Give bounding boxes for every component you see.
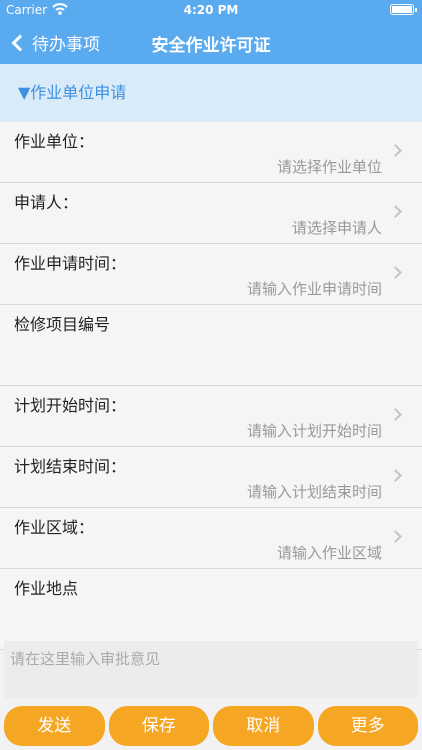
chevron-right-icon	[389, 408, 402, 421]
battery-icon	[390, 4, 417, 15]
action-bar: 发送 保存 取消 更多	[4, 706, 418, 746]
row-label: 计划结束时间：	[14, 457, 127, 476]
page-title: 安全作业许可证	[151, 36, 271, 56]
section-header-applicant-unit[interactable]: ▼作业单位申请	[0, 64, 422, 122]
row-label: 作业区域：	[14, 518, 95, 537]
row-placeholder: 请输入计划开始时间	[246, 422, 382, 440]
form-list: 作业单位： 请选择作业单位 申请人： 请选择申请人 作业申请时间： 请输入作业申…	[0, 122, 422, 650]
chevron-right-icon	[389, 205, 402, 218]
row-label: 申请人：	[14, 193, 79, 212]
row-label: 作业地点	[14, 579, 79, 598]
approval-comment-input[interactable]: 请在这里输入审批意见	[4, 641, 418, 698]
more-button[interactable]: 更多	[317, 706, 418, 746]
chevron-right-icon	[389, 266, 402, 279]
status-time: 4:20 PM	[183, 3, 239, 17]
row-placeholder: 请选择作业单位	[276, 158, 382, 176]
row-label: 作业申请时间：	[14, 254, 127, 273]
row-placeholder: 请输入作业申请时间	[246, 280, 382, 298]
chevron-right-icon	[389, 530, 402, 543]
row-maintenance-project-number[interactable]: 检修项目编号	[0, 305, 422, 386]
row-work-area[interactable]: 作业区域： 请输入作业区域	[0, 508, 422, 569]
row-label: 计划开始时间：	[14, 396, 127, 415]
save-button[interactable]: 保存	[108, 706, 209, 746]
row-label: 检修项目编号	[14, 315, 111, 334]
send-button[interactable]: 发送	[4, 706, 105, 746]
row-applicant[interactable]: 申请人： 请选择申请人	[0, 183, 422, 244]
row-work-unit[interactable]: 作业单位： 请选择作业单位	[0, 122, 422, 183]
row-label: 作业单位：	[14, 132, 95, 151]
row-work-location[interactable]: 作业地点	[0, 569, 422, 650]
row-placeholder: 请选择申请人	[291, 219, 382, 237]
cancel-button[interactable]: 取消	[213, 706, 314, 746]
row-placeholder: 请输入计划结束时间	[246, 483, 382, 501]
row-application-time[interactable]: 作业申请时间： 请输入作业申请时间	[0, 244, 422, 305]
row-planned-end-time[interactable]: 计划结束时间： 请输入计划结束时间	[0, 447, 422, 508]
row-placeholder: 请输入作业区域	[276, 544, 382, 562]
nav-bar: 待办事项 安全作业许可证	[0, 20, 422, 64]
status-bar: Carrier 4:20 PM	[0, 0, 422, 20]
chevron-right-icon	[389, 144, 402, 157]
chevron-right-icon	[389, 469, 402, 482]
row-planned-start-time[interactable]: 计划开始时间： 请输入计划开始时间	[0, 386, 422, 447]
